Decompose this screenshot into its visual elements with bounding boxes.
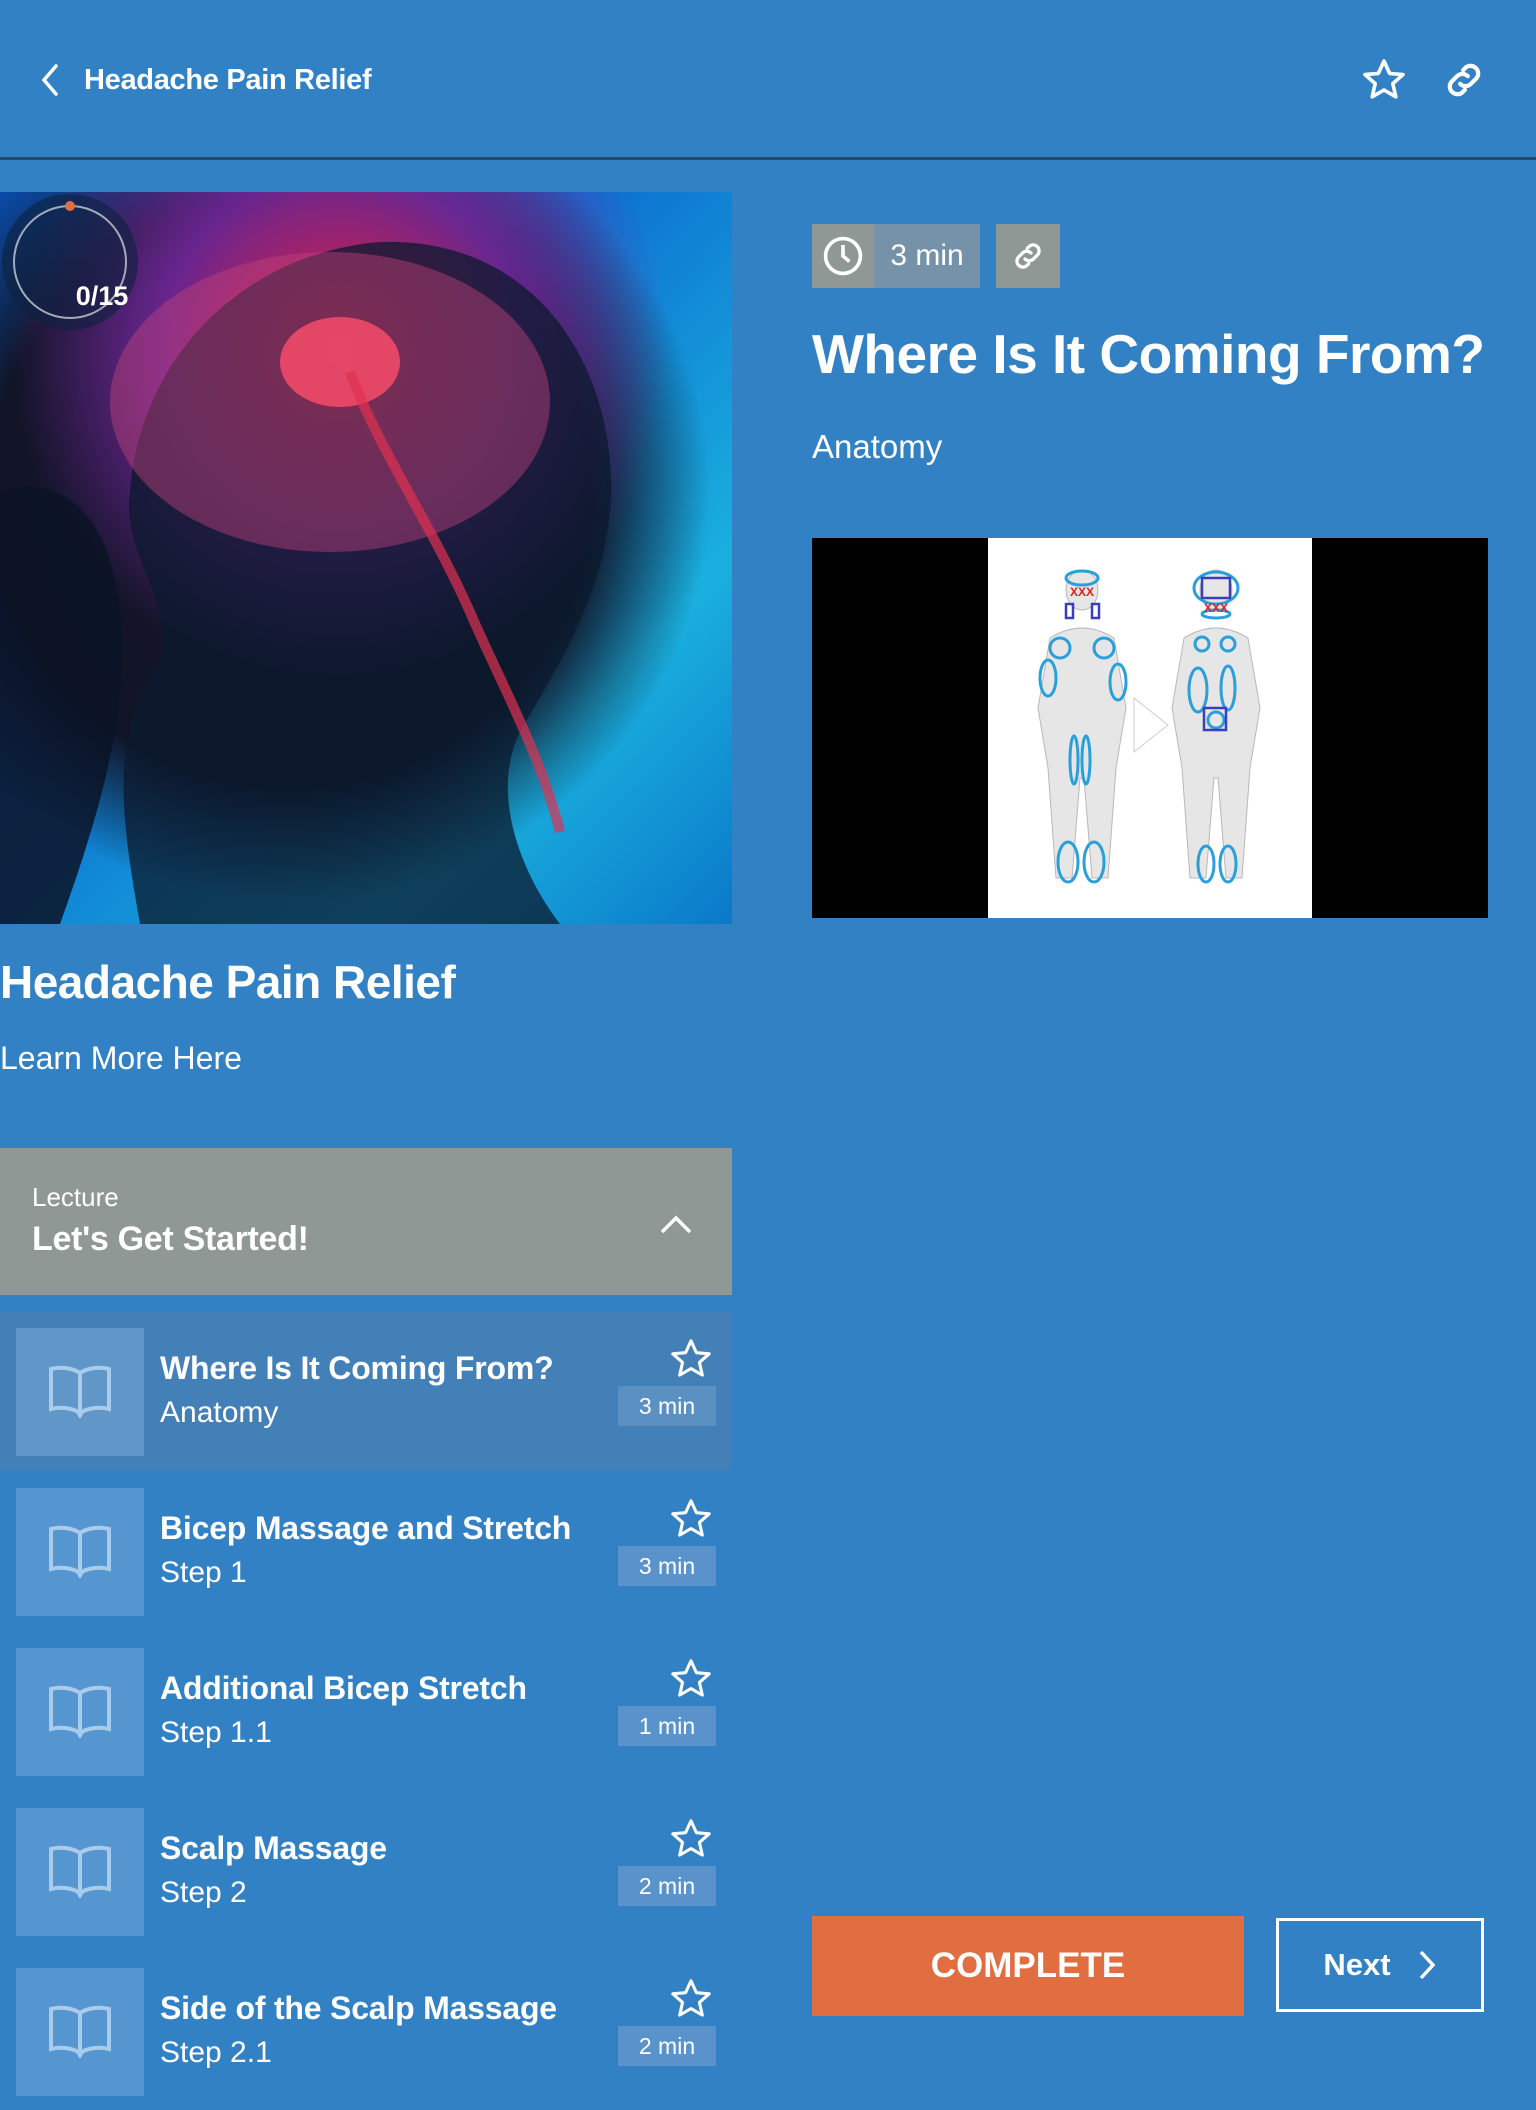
clock-icon xyxy=(823,236,863,276)
back-button[interactable]: Headache Pain Relief xyxy=(36,58,372,102)
course-image: 0/15 xyxy=(0,192,732,924)
star-icon xyxy=(671,1659,711,1697)
lesson-thumbnail xyxy=(16,1968,144,2096)
lesson-duration: 1 min xyxy=(618,1706,716,1746)
video-player[interactable]: XXX XXX xyxy=(812,538,1488,918)
svg-text:XXX: XXX xyxy=(1204,601,1228,615)
lesson-subtitle: Step 1.1 xyxy=(160,1716,272,1749)
lesson-favorite-button[interactable] xyxy=(668,1816,718,1866)
lesson-favorite-button[interactable] xyxy=(668,1976,718,2026)
book-icon xyxy=(49,2005,111,2059)
lesson-duration: 3 min xyxy=(618,1386,716,1426)
lesson-title: Side of the Scalp Massage xyxy=(160,1990,557,2026)
star-icon xyxy=(671,1819,711,1857)
share-link-button[interactable] xyxy=(1436,52,1492,108)
favorite-button[interactable] xyxy=(1356,52,1412,108)
lesson-item[interactable]: Scalp Massage Step 2 2 min xyxy=(0,1792,732,1950)
book-icon xyxy=(49,1845,111,1899)
star-icon xyxy=(671,1339,711,1377)
duration-chip: 3 min xyxy=(812,224,980,288)
chevron-right-icon xyxy=(1419,1950,1435,1980)
lesson-duration: 2 min xyxy=(618,1866,716,1906)
star-icon xyxy=(671,1979,711,2017)
lesson-item[interactable]: Where Is It Coming From? Anatomy 3 min xyxy=(0,1312,732,1470)
lesson-thumbnail xyxy=(16,1328,144,1456)
lesson-duration: 2 min xyxy=(618,2026,716,2066)
lesson-favorite-button[interactable] xyxy=(668,1656,718,1706)
lesson-subtitle: Step 2 xyxy=(160,1876,247,1909)
book-icon xyxy=(49,1525,111,1579)
lesson-subtitle: Anatomy xyxy=(160,1396,279,1429)
next-button[interactable]: Next xyxy=(1276,1918,1484,2012)
lesson-item[interactable]: Side of the Scalp Massage Step 2.1 2 min xyxy=(0,1952,732,2110)
chevron-up-icon[interactable] xyxy=(656,1212,696,1236)
next-label: Next xyxy=(1323,1947,1391,1982)
lesson-item[interactable]: Additional Bicep Stretch Step 1.1 1 min xyxy=(0,1632,732,1790)
top-bar: Headache Pain Relief xyxy=(0,0,1536,158)
star-icon xyxy=(1363,59,1405,99)
lesson-title: Scalp Massage xyxy=(160,1830,387,1866)
lesson-title: Additional Bicep Stretch xyxy=(160,1670,527,1706)
lesson-item[interactable]: Bicep Massage and Stretch Step 1 3 min xyxy=(0,1472,732,1630)
section-header[interactable]: Lecture Let's Get Started! xyxy=(0,1148,732,1295)
lesson-title: Bicep Massage and Stretch xyxy=(160,1510,572,1546)
link-icon xyxy=(1015,243,1041,269)
lesson-favorite-button[interactable] xyxy=(668,1336,718,1386)
copy-link-button[interactable] xyxy=(996,224,1060,288)
lesson-thumbnail xyxy=(16,1648,144,1776)
section-name: Let's Get Started! xyxy=(32,1220,309,1258)
star-icon xyxy=(671,1499,711,1537)
course-title: Headache Pain Relief xyxy=(0,956,456,1008)
lesson-subtitle: Step 1 xyxy=(160,1556,247,1589)
lesson-title: Where Is It Coming From? xyxy=(160,1350,554,1386)
lesson-meta: 3 min xyxy=(812,224,1060,288)
chevron-left-icon xyxy=(41,64,58,96)
lesson-duration: 3 min xyxy=(618,1546,716,1586)
section-type: Lecture xyxy=(32,1182,119,1212)
video-thumbnail: XXX XXX xyxy=(988,538,1312,918)
play-icon xyxy=(1133,696,1169,754)
lesson-title: Where Is It Coming From? xyxy=(812,323,1485,385)
book-icon xyxy=(49,1365,111,1419)
lesson-subtitle: Anatomy xyxy=(812,428,943,465)
lesson-thumbnail xyxy=(16,1808,144,1936)
anatomy-diagram: XXX XXX xyxy=(1037,569,1261,884)
header-divider xyxy=(0,157,1536,160)
progress-count: 0/15 xyxy=(75,280,129,311)
book-icon xyxy=(49,1685,111,1739)
lesson-subtitle: Step 2.1 xyxy=(160,2036,272,2069)
lesson-favorite-button[interactable] xyxy=(668,1496,718,1546)
svg-text:XXX: XXX xyxy=(1070,585,1094,599)
complete-button[interactable]: COMPLETE xyxy=(812,1916,1244,2016)
duration-text: 3 min xyxy=(874,224,980,288)
link-icon xyxy=(1447,63,1481,97)
header-title: Headache Pain Relief xyxy=(84,63,372,96)
learn-more-link[interactable]: Learn More Here xyxy=(0,1040,242,1077)
progress-indicator-dot xyxy=(65,201,75,211)
lesson-thumbnail xyxy=(16,1488,144,1616)
